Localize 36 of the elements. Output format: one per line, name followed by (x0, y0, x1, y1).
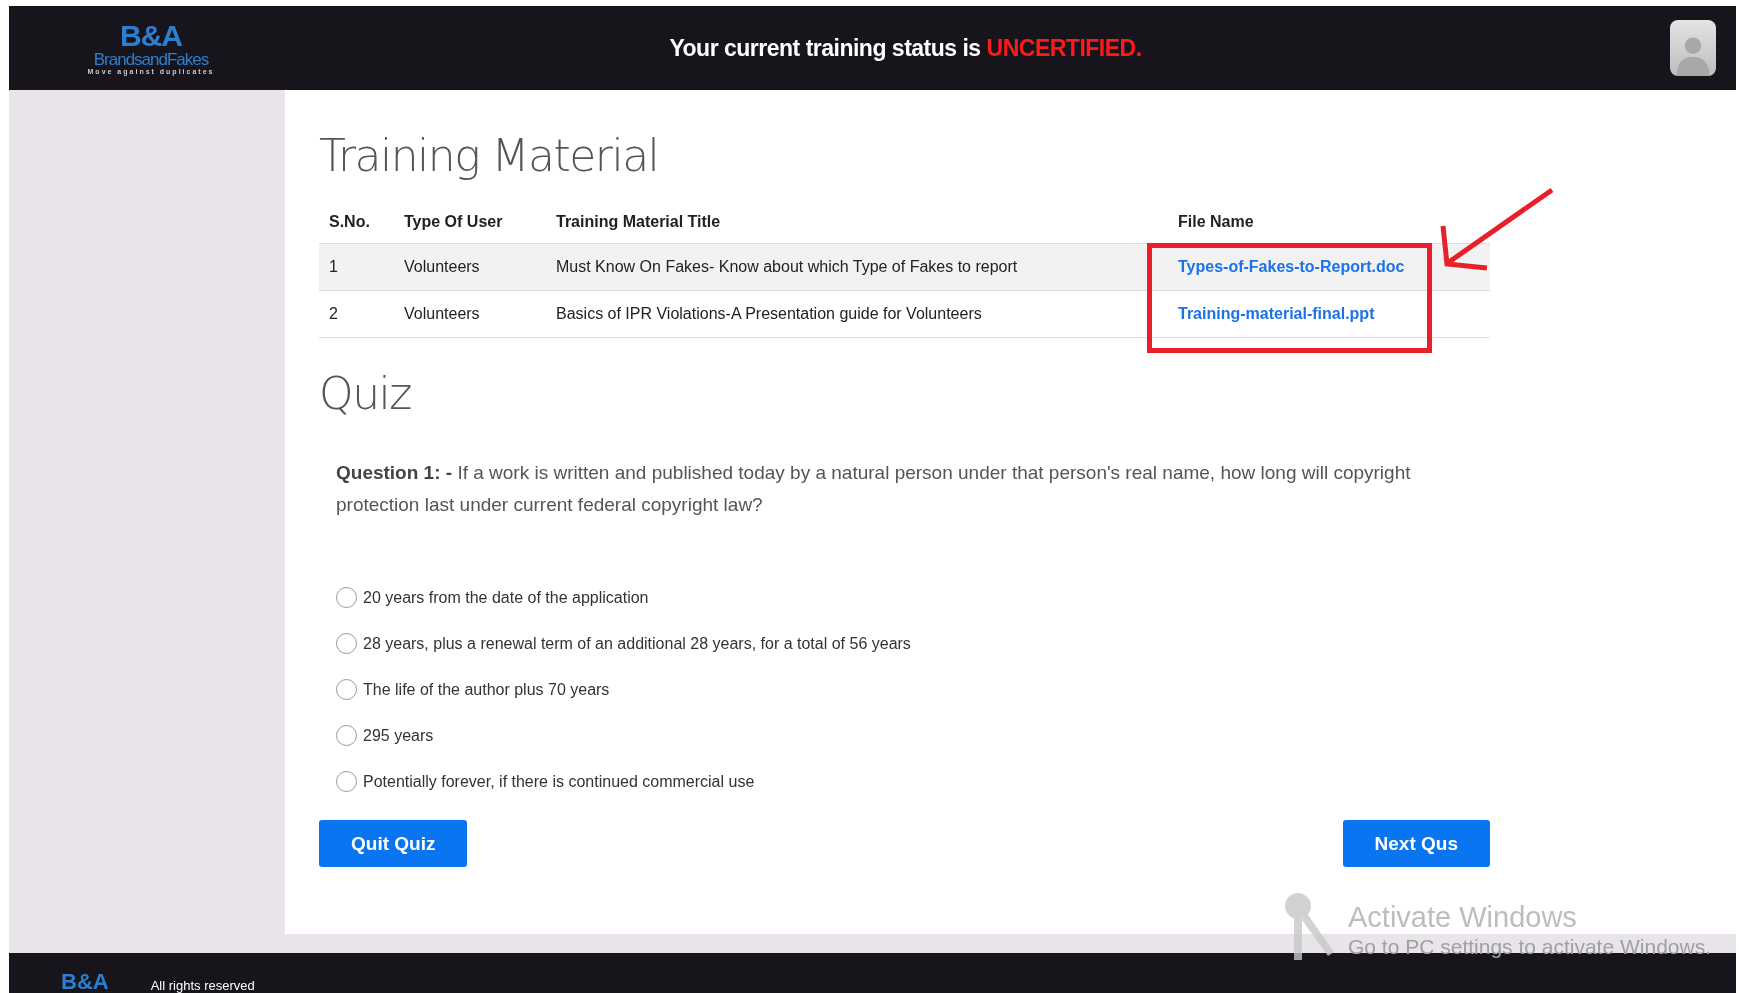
radio-button[interactable] (336, 587, 357, 608)
radio-button[interactable] (336, 633, 357, 654)
footer-logo: B&A (61, 971, 109, 993)
section-title: Training Material (319, 130, 660, 181)
option-label: Potentially forever, if there is continued commercial use (363, 772, 755, 791)
radio-button[interactable] (336, 725, 357, 746)
logo-name: BrandsandFakes (93, 51, 209, 68)
avatar-icon[interactable] (1670, 20, 1716, 76)
table-cell: Must Know On Fakes- Know about which Type of Fakes to report (556, 258, 1018, 275)
radio-button[interactable] (336, 771, 357, 792)
table-cell: Basics of IPR Violations-A Presentation guide for Volunteers (556, 305, 982, 322)
column-header: File Name (1168, 197, 1490, 244)
status-text: Your current training status is (669, 34, 982, 61)
status-value: UNCERTIFIED. (986, 34, 1142, 61)
quit-button[interactable]: Quit Quiz (319, 820, 468, 867)
file-link[interactable]: Training-material-final.ppt (1178, 305, 1375, 322)
notice-text: Go to PC settings to activate Windows. (1348, 934, 1711, 960)
next-button[interactable]: Next Qus (1342, 820, 1490, 867)
option-label: The life of the author plus 70 years (363, 680, 610, 699)
column-header: Training Material Title (546, 197, 1168, 244)
table-cell: 1 (329, 258, 338, 275)
section-title: Quiz (319, 368, 412, 419)
table-cell: Volunteers (404, 305, 480, 322)
question-text: Question 1: - If a work is written and published today by a natural person under that person's real name, how long will copyright protection last under current federal copyright law? (336, 461, 1412, 517)
table-cell: 2 (329, 305, 338, 322)
radio-button[interactable] (336, 679, 357, 700)
logo-mark: B&A (120, 21, 182, 51)
column-header: Type Of User (394, 197, 546, 244)
option-label: 28 years, plus a renewal term of an additional 28 years, for a total of 56 years (363, 634, 911, 653)
table-cell: Volunteers (404, 258, 480, 275)
option-label: 295 years (363, 726, 434, 745)
column-header: S.No. (319, 197, 394, 244)
option-label: 20 years from the date of the application (363, 588, 649, 607)
notice-title: Activate Windows (1348, 900, 1578, 934)
file-link[interactable]: Types-of-Fakes-to-Report.doc (1178, 258, 1405, 275)
footer-text: All rights reserved (150, 979, 255, 993)
